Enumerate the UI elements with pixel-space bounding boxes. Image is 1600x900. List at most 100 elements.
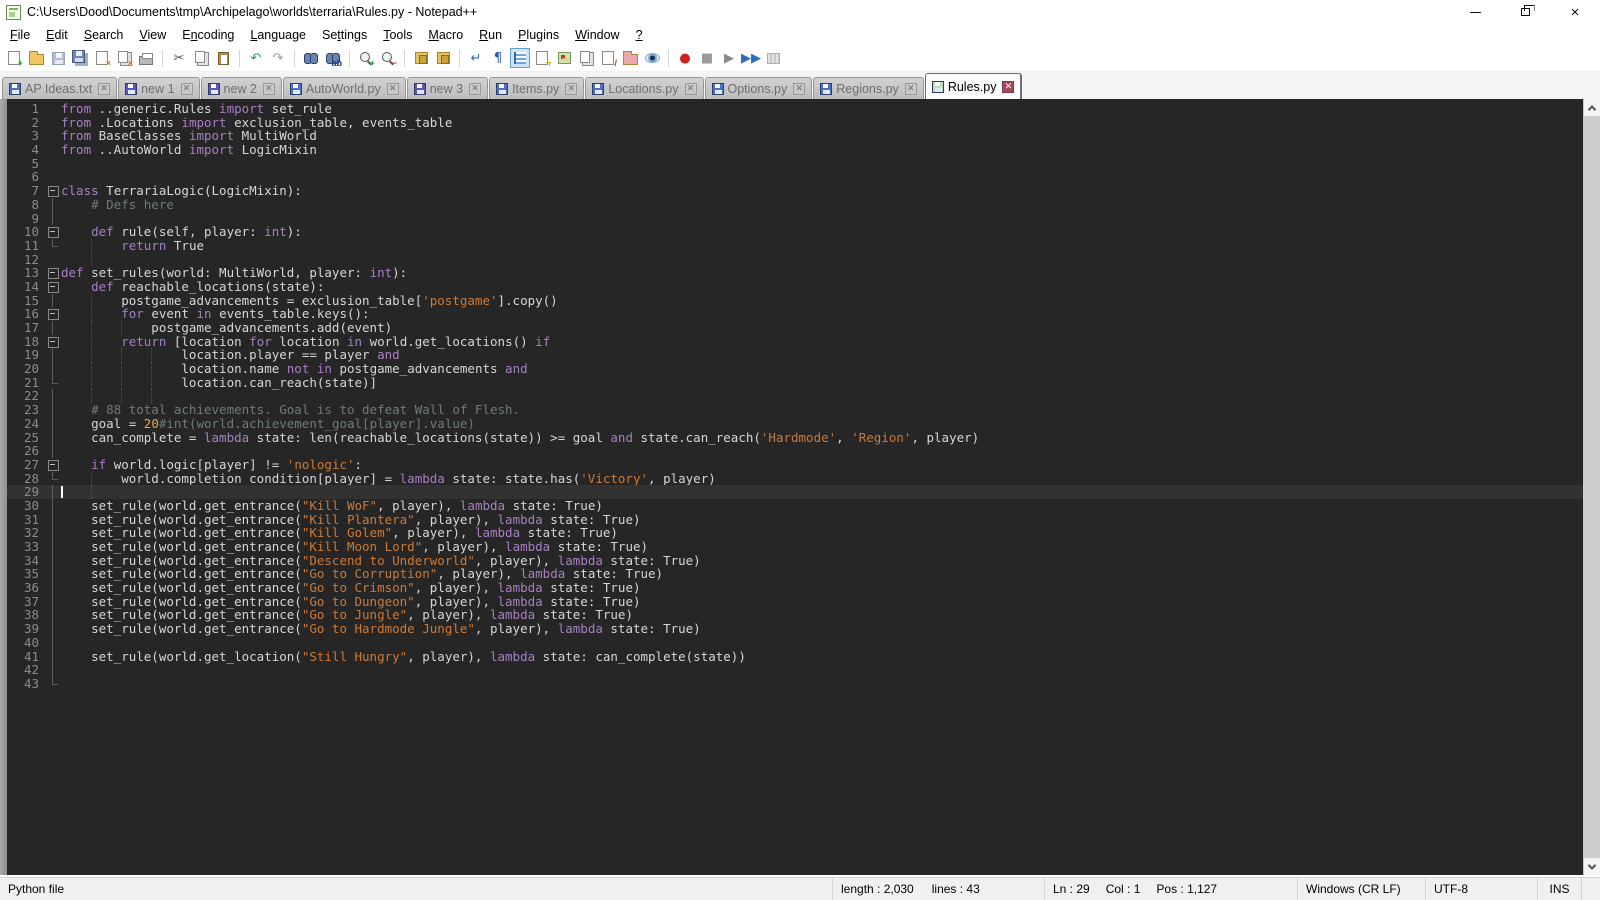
- code-line[interactable]: 17 postgame_advancements.add(event): [7, 321, 1583, 335]
- code-pane[interactable]: 1from ..generic.Rules import set_rule2fr…: [7, 99, 1583, 875]
- macro-stop-icon[interactable]: ■: [697, 48, 717, 68]
- editor-area[interactable]: 1from ..generic.Rules import set_rule2fr…: [0, 99, 1600, 877]
- tab-new-3[interactable]: new 3✕: [407, 77, 488, 99]
- menu-?[interactable]: ?: [628, 26, 651, 44]
- menu-edit[interactable]: Edit: [38, 26, 76, 44]
- tab-regions.py[interactable]: Regions.py✕: [813, 77, 924, 99]
- menu-view[interactable]: View: [131, 26, 174, 44]
- code-line[interactable]: 28 world.completion_condition[player] = …: [7, 472, 1583, 486]
- tab-ap-ideas.txt[interactable]: AP Ideas.txt✕: [2, 77, 117, 99]
- restore-button[interactable]: [1500, 0, 1550, 24]
- sync-horizontal-icon[interactable]: [433, 48, 453, 68]
- tab-close-icon[interactable]: ✕: [905, 83, 917, 95]
- undo-icon[interactable]: ↶: [246, 48, 266, 68]
- replace-icon[interactable]: ab: [323, 48, 343, 68]
- scrollbar-down-arrow-icon[interactable]: [1584, 858, 1600, 875]
- status-encoding[interactable]: UTF-8: [1426, 878, 1538, 900]
- tab-close-icon[interactable]: ✕: [565, 83, 577, 95]
- code-line[interactable]: 10 def rule(self, player: int):: [7, 225, 1583, 239]
- code-line[interactable]: 16 for event in events_table.keys():: [7, 307, 1583, 321]
- code-line[interactable]: 43: [7, 677, 1583, 691]
- code-line[interactable]: 30 set_rule(world.get_entrance("Kill WoF…: [7, 499, 1583, 513]
- save-all-icon[interactable]: [70, 48, 90, 68]
- tab-close-icon[interactable]: ✕: [685, 83, 697, 95]
- code-line[interactable]: 26: [7, 444, 1583, 458]
- paste-icon[interactable]: [213, 48, 233, 68]
- fold-collapse-icon[interactable]: [45, 225, 61, 239]
- menu-search[interactable]: Search: [76, 26, 132, 44]
- code-line[interactable]: 14 def reachable_locations(state):: [7, 280, 1583, 294]
- code-line[interactable]: 6: [7, 170, 1583, 184]
- code-line[interactable]: 38 set_rule(world.get_entrance("Go to Ju…: [7, 608, 1583, 622]
- menu-encoding[interactable]: Encoding: [174, 26, 242, 44]
- code-line[interactable]: 27 if world.logic[player] != 'nologic':: [7, 458, 1583, 472]
- copy-icon[interactable]: [191, 48, 211, 68]
- cut-icon[interactable]: ✂: [169, 48, 189, 68]
- fold-collapse-icon[interactable]: [45, 307, 61, 321]
- code-line[interactable]: 37 set_rule(world.get_entrance("Go to Du…: [7, 595, 1583, 609]
- tab-close-icon[interactable]: ✕: [387, 83, 399, 95]
- macro-save-icon[interactable]: [763, 48, 783, 68]
- menu-run[interactable]: Run: [471, 26, 510, 44]
- code-line[interactable]: 2from .Locations import exclusion_table,…: [7, 116, 1583, 130]
- project-folder-icon[interactable]: [620, 48, 640, 68]
- code-line[interactable]: 8 # Defs here: [7, 198, 1583, 212]
- tab-new-1[interactable]: new 1✕: [118, 77, 199, 99]
- code-line[interactable]: 13def set_rules(world: MultiWorld, playe…: [7, 266, 1583, 280]
- code-line[interactable]: 19 location.player == player and: [7, 348, 1583, 362]
- code-line[interactable]: 18 return [location for location in worl…: [7, 335, 1583, 349]
- show-all-characters-icon[interactable]: ¶: [488, 48, 508, 68]
- status-eol[interactable]: Windows (CR LF): [1298, 878, 1426, 900]
- function-list-icon[interactable]: ϟ: [532, 48, 552, 68]
- code-line[interactable]: 39 set_rule(world.get_entrance("Go to Ha…: [7, 622, 1583, 636]
- fold-collapse-icon[interactable]: [45, 266, 61, 280]
- code-line[interactable]: 9: [7, 212, 1583, 226]
- sync-vertical-icon[interactable]: [411, 48, 431, 68]
- code-line[interactable]: 21 location.can_reach(state)]: [7, 376, 1583, 390]
- code-line[interactable]: 3from BaseClasses import MultiWorld: [7, 129, 1583, 143]
- code-line[interactable]: 31 set_rule(world.get_entrance("Kill Pla…: [7, 513, 1583, 527]
- code-line[interactable]: 7class TerrariaLogic(LogicMixin):: [7, 184, 1583, 198]
- macro-record-icon[interactable]: ●: [675, 48, 695, 68]
- code-line[interactable]: 40: [7, 636, 1583, 650]
- code-line[interactable]: 5: [7, 157, 1583, 171]
- open-folder-icon[interactable]: [26, 48, 46, 68]
- menu-language[interactable]: Language: [242, 26, 314, 44]
- edit-page-icon[interactable]: /: [598, 48, 618, 68]
- fold-collapse-icon[interactable]: [45, 335, 61, 349]
- tab-new-2[interactable]: new 2✕: [201, 77, 282, 99]
- code-line[interactable]: 41 set_rule(world.get_location("Still Hu…: [7, 650, 1583, 664]
- tab-options.py[interactable]: Options.py✕: [705, 77, 813, 99]
- tab-close-icon[interactable]: ✕: [793, 83, 805, 95]
- code-line[interactable]: 22: [7, 389, 1583, 403]
- tab-close-icon[interactable]: ✕: [263, 83, 275, 95]
- tab-rules.py[interactable]: Rules.py✕: [925, 73, 1023, 99]
- code-line[interactable]: 1from ..generic.Rules import set_rule: [7, 102, 1583, 116]
- code-line[interactable]: 24 goal = 20#int(world.achievement_goal[…: [7, 417, 1583, 431]
- tab-close-icon[interactable]: ✕: [469, 83, 481, 95]
- document-switcher-icon[interactable]: [576, 48, 596, 68]
- indent-guide-icon[interactable]: [510, 48, 530, 68]
- menu-macro[interactable]: Macro: [420, 26, 471, 44]
- macro-play-icon[interactable]: ▶: [719, 48, 739, 68]
- code-line[interactable]: 20 location.name not in postgame_advance…: [7, 362, 1583, 376]
- document-map-icon[interactable]: [554, 48, 574, 68]
- code-line[interactable]: 33 set_rule(world.get_entrance("Kill Moo…: [7, 540, 1583, 554]
- menu-settings[interactable]: Settings: [314, 26, 375, 44]
- preview-eye-icon[interactable]: [642, 48, 662, 68]
- close-file-icon[interactable]: ×: [92, 48, 112, 68]
- code-line[interactable]: 34 set_rule(world.get_entrance("Descend …: [7, 554, 1583, 568]
- find-icon[interactable]: [301, 48, 321, 68]
- menu-plugins[interactable]: Plugins: [510, 26, 567, 44]
- code-line[interactable]: 42: [7, 663, 1583, 677]
- menu-window[interactable]: Window: [567, 26, 627, 44]
- tab-items.py[interactable]: Items.py✕: [489, 77, 584, 99]
- close-button[interactable]: ×: [1550, 0, 1600, 24]
- fold-collapse-icon[interactable]: [45, 184, 61, 198]
- code-line[interactable]: 4from ..AutoWorld import LogicMixin: [7, 143, 1583, 157]
- fold-collapse-icon[interactable]: [45, 458, 61, 472]
- code-line[interactable]: 29: [7, 485, 1583, 499]
- code-line[interactable]: 35 set_rule(world.get_entrance("Go to Co…: [7, 567, 1583, 581]
- tab-close-icon[interactable]: ✕: [98, 83, 110, 95]
- code-line[interactable]: 36 set_rule(world.get_entrance("Go to Cr…: [7, 581, 1583, 595]
